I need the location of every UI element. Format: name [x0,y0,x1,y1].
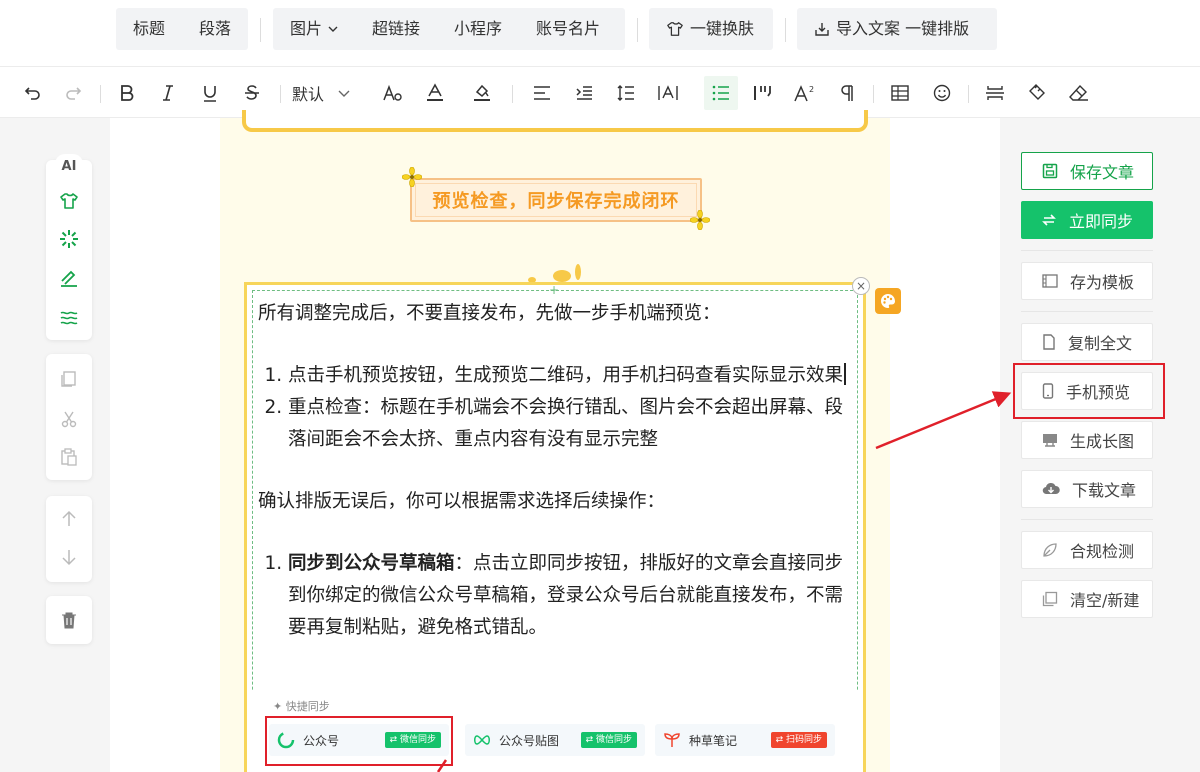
annotation-arrows [436,391,1012,772]
